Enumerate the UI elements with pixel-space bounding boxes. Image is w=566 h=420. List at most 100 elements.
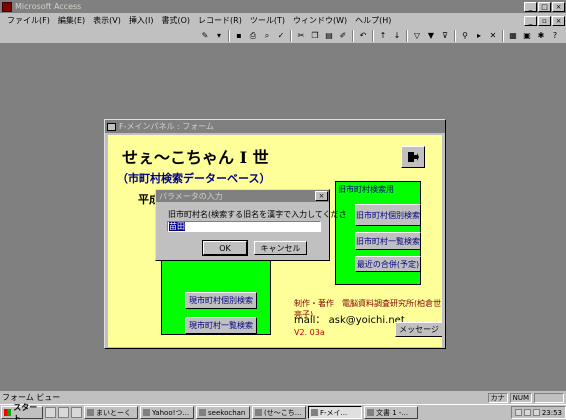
app-icon <box>311 409 318 416</box>
old-municipality-panel-title: 旧市町村検索用 <box>338 185 394 194</box>
taskbar-item[interactable]: 文書 1 -... <box>364 406 418 419</box>
current-detail-search-button[interactable]: 現市町村個別検索 <box>185 292 257 309</box>
form-icon <box>107 122 116 131</box>
cancel-button[interactable]: キャンセル <box>254 241 307 255</box>
format-painter-icon[interactable]: ✐ <box>337 29 349 42</box>
dialog-close-button[interactable]: × <box>315 191 328 201</box>
toolbar-separator <box>454 29 456 42</box>
find-icon[interactable]: ⚲ <box>459 29 471 42</box>
save-icon[interactable]: ▪ <box>233 29 245 42</box>
app-icon <box>143 409 150 416</box>
taskbar: スタート まいとーく Yahoo!つ... seekochan (せ～こち...… <box>0 403 566 420</box>
taskbar-item-label: Yahoo!つ... <box>152 408 190 417</box>
doc-restore-button[interactable]: ▫ <box>538 15 551 26</box>
menu-file[interactable]: ファイル(F) <box>3 15 54 26</box>
old-municipality-panel: 旧市町村検索用 旧市町村個別検索 旧市町村一覧検索 最近の合併(予定) <box>335 181 421 285</box>
taskbar-item-label: F-メイ... <box>320 408 348 417</box>
windows-logo-icon <box>4 409 12 416</box>
undo-icon[interactable]: ↶ <box>357 29 369 42</box>
menu-help[interactable]: ヘルプ(H) <box>351 15 395 26</box>
app-icon <box>87 409 94 416</box>
menu-bar: ファイル(F) 編集(E) 表示(V) 挿入(I) 書式(O) レコード(R) … <box>0 13 566 28</box>
menu-tools[interactable]: ツール(T) <box>246 15 289 26</box>
mail-address: mail： ask@yoichi.net <box>294 315 405 326</box>
exit-door-icon <box>408 152 419 162</box>
start-label: スタート <box>13 402 38 420</box>
form-main-title: せぇ～こちゃん I 世 <box>122 148 269 167</box>
toolbar-separator <box>290 29 292 42</box>
taskbar-item-label: (せ～こち... <box>264 408 302 417</box>
taskbar-item[interactable]: Yahoo!つ... <box>140 406 194 419</box>
sort-ascending-icon[interactable]: ↑ <box>377 29 389 42</box>
taskbar-item[interactable]: seekochan <box>196 406 250 419</box>
old-list-search-button[interactable]: 旧市町村一覧検索 <box>355 232 421 250</box>
status-num: NUM <box>509 392 532 403</box>
toolbar-separator <box>372 29 374 42</box>
clock[interactable]: 23:53 <box>542 409 562 417</box>
apply-filter-icon[interactable]: ⊽ <box>439 29 451 42</box>
old-detail-search-button[interactable]: 旧市町村個別検索 <box>355 204 421 226</box>
start-button[interactable]: スタート <box>1 403 43 420</box>
quicklaunch-desktop-icon[interactable] <box>71 407 82 418</box>
app-title: Microsoft Access <box>15 2 82 11</box>
properties-icon[interactable]: ▦ <box>507 29 519 42</box>
new-object-icon[interactable]: ✱ <box>535 29 547 42</box>
app-title-bar: Microsoft Access _ □ × <box>0 0 566 13</box>
parameter-input-value: 苗田 <box>169 222 185 231</box>
taskbar-item-active[interactable]: F-メイ... <box>308 406 362 419</box>
toolbar-separator <box>228 29 230 42</box>
delete-record-icon[interactable]: ✕ <box>487 29 499 42</box>
toolbar-separator <box>352 29 354 42</box>
form-title-bar[interactable]: F-メインパネル : フォーム <box>105 120 445 133</box>
menu-window[interactable]: ウィンドウ(W) <box>289 15 351 26</box>
paste-icon[interactable]: ▤ <box>323 29 335 42</box>
filter-by-form-icon[interactable]: ▼ <box>425 29 437 42</box>
exit-button[interactable] <box>401 146 425 168</box>
menu-format[interactable]: 書式(O) <box>157 15 194 26</box>
minimize-button[interactable]: _ <box>524 1 537 12</box>
doc-minimize-button[interactable]: _ <box>524 15 537 26</box>
menu-edit[interactable]: 編集(E) <box>54 15 89 26</box>
taskbar-item[interactable]: まいとーく <box>84 406 138 419</box>
menu-insert[interactable]: 挿入(I) <box>125 15 158 26</box>
taskbar-item[interactable]: (せ～こち... <box>252 406 306 419</box>
print-icon[interactable]: ⎙ <box>247 29 259 42</box>
toolbar-separator <box>406 29 408 42</box>
dialog-title-bar[interactable]: パラメータの入力 × <box>156 190 329 202</box>
taskbar-item-label: seekochan <box>208 408 246 417</box>
status-text: フォーム ビュー <box>2 393 61 402</box>
parameter-input[interactable]: 苗田 <box>167 221 321 232</box>
design-view-icon[interactable]: ✎ <box>199 29 211 42</box>
help-icon[interactable]: ? <box>549 29 561 42</box>
taskbar-item-label: 文書 1 -... <box>376 408 409 417</box>
form-subtitle: （市町村検索データーベース） <box>117 172 271 185</box>
spelling-icon[interactable]: ✓ <box>275 29 287 42</box>
menu-view[interactable]: 表示(V) <box>89 15 125 26</box>
tray-icon[interactable] <box>532 409 540 416</box>
doc-close-button[interactable]: × <box>552 15 565 26</box>
print-preview-icon[interactable]: ⌕ <box>261 29 273 42</box>
copy-icon[interactable]: ❐ <box>309 29 321 42</box>
cut-icon[interactable]: ✂ <box>295 29 307 42</box>
recent-merger-button[interactable]: 最近の合併(予定) <box>355 256 421 272</box>
access-app-icon[interactable] <box>2 1 12 12</box>
taskbar-item-label: まいとーく <box>96 408 131 417</box>
dialog-title: パラメータの入力 <box>159 191 223 201</box>
ok-button[interactable]: OK <box>202 240 248 256</box>
current-list-search-button[interactable]: 現市町村一覧検索 <box>185 317 257 334</box>
tray-icon[interactable] <box>514 409 522 416</box>
form-window-title: F-メインパネル : フォーム <box>119 122 215 131</box>
quicklaunch-ie-icon[interactable] <box>45 407 56 418</box>
quicklaunch-outlook-icon[interactable] <box>58 407 69 418</box>
database-window-icon[interactable]: ▣ <box>521 29 533 42</box>
sort-descending-icon[interactable]: ↓ <box>391 29 403 42</box>
dropdown-arrow-icon[interactable]: ▾ <box>213 29 225 42</box>
message-button[interactable]: メッセージ <box>395 322 442 337</box>
menu-records[interactable]: レコード(R) <box>194 15 246 26</box>
new-record-icon[interactable]: ▸ <box>473 29 485 42</box>
close-button[interactable]: × <box>552 1 565 12</box>
maximize-button[interactable]: □ <box>538 1 551 12</box>
filter-by-selection-icon[interactable]: ▽ <box>411 29 423 42</box>
app-icon <box>255 409 262 416</box>
tray-icon[interactable] <box>523 409 531 416</box>
